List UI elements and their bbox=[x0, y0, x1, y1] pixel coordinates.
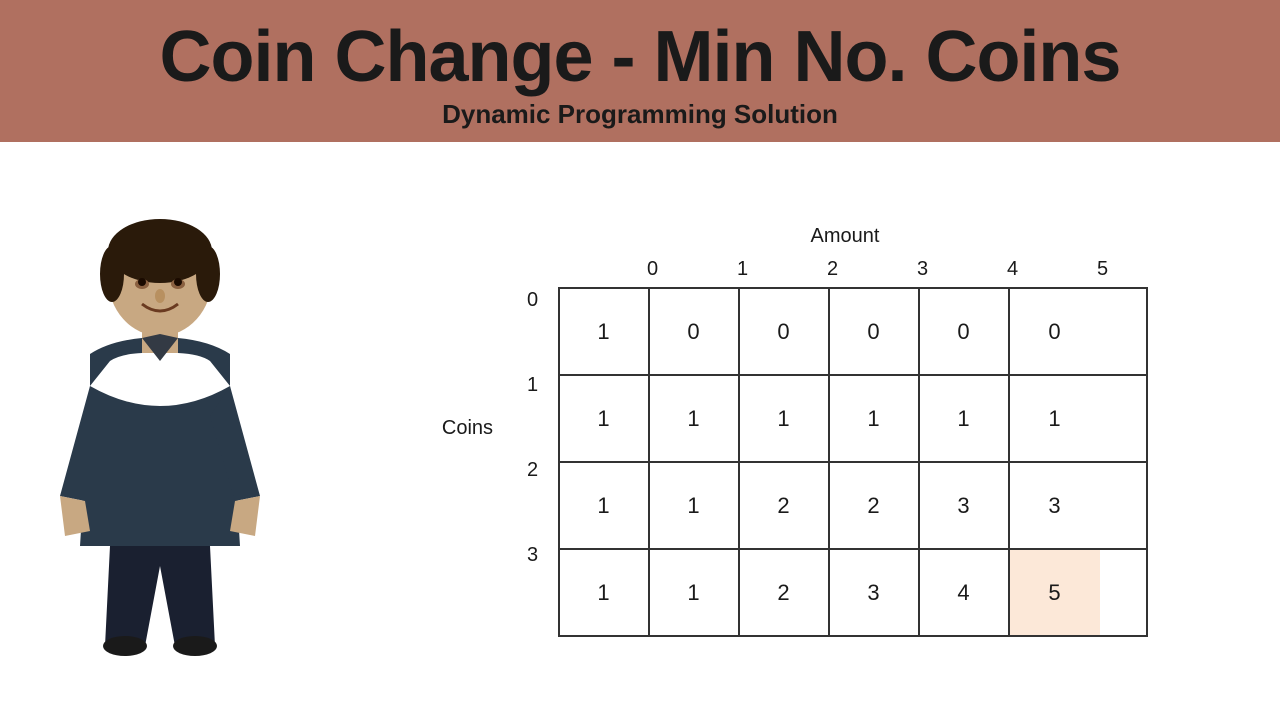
header: Coin Change - Min No. Coins Dynamic Prog… bbox=[0, 0, 1280, 142]
table-row: 1 1 2 3 4 5 bbox=[560, 550, 1146, 635]
main-table: 0 1 2 3 4 5 1 0 0 0 0 0 bbox=[558, 258, 1148, 637]
table-wrapper: Coins 0 1 2 3 0 1 2 3 4 5 bbox=[433, 258, 1148, 637]
page-subtitle: Dynamic Programming Solution bbox=[442, 99, 838, 130]
cell-1-0: 1 bbox=[560, 376, 650, 461]
coins-label: Coins bbox=[433, 417, 503, 440]
cell-2-1: 1 bbox=[650, 463, 740, 548]
row-header-3: 3 bbox=[508, 513, 558, 598]
col-header-5: 5 bbox=[1058, 258, 1148, 287]
row-headers: 0 1 2 3 bbox=[508, 258, 558, 598]
table-section: Amount Coins 0 1 2 3 0 1 2 3 4 bbox=[300, 225, 1240, 637]
cell-3-4: 4 bbox=[920, 550, 1010, 635]
row-header-2: 2 bbox=[508, 428, 558, 513]
cell-0-3: 0 bbox=[830, 289, 920, 374]
cell-2-5: 3 bbox=[1010, 463, 1100, 548]
table-row: 1 1 2 2 3 3 bbox=[560, 463, 1146, 550]
cell-2-4: 3 bbox=[920, 463, 1010, 548]
row-header-0: 0 bbox=[508, 258, 558, 343]
cell-0-4: 0 bbox=[920, 289, 1010, 374]
cell-0-1: 0 bbox=[650, 289, 740, 374]
content-area: Amount Coins 0 1 2 3 0 1 2 3 4 bbox=[0, 142, 1280, 720]
cell-3-3: 3 bbox=[830, 550, 920, 635]
table-row: 1 0 0 0 0 0 bbox=[560, 289, 1146, 376]
person-silhouette bbox=[30, 206, 290, 656]
col-header-0: 0 bbox=[608, 258, 698, 287]
cell-3-0: 1 bbox=[560, 550, 650, 635]
col-header-2: 2 bbox=[788, 258, 878, 287]
cell-3-2: 2 bbox=[740, 550, 830, 635]
cell-1-4: 1 bbox=[920, 376, 1010, 461]
cell-0-0: 1 bbox=[560, 289, 650, 374]
cell-2-3: 2 bbox=[830, 463, 920, 548]
amount-label: Amount bbox=[811, 225, 880, 248]
cell-2-0: 1 bbox=[560, 463, 650, 548]
cell-1-5: 1 bbox=[1010, 376, 1100, 461]
col-headers: 0 1 2 3 4 5 bbox=[608, 258, 1148, 287]
col-header-3: 3 bbox=[878, 258, 968, 287]
col-header-4: 4 bbox=[968, 258, 1058, 287]
cell-3-5: 5 bbox=[1010, 550, 1100, 635]
cell-1-2: 1 bbox=[740, 376, 830, 461]
cell-3-1: 1 bbox=[650, 550, 740, 635]
cell-2-2: 2 bbox=[740, 463, 830, 548]
page-title: Coin Change - Min No. Coins bbox=[160, 18, 1121, 97]
cell-0-2: 0 bbox=[740, 289, 830, 374]
col-header-1: 1 bbox=[698, 258, 788, 287]
cell-1-1: 1 bbox=[650, 376, 740, 461]
cell-1-3: 1 bbox=[830, 376, 920, 461]
row-header-1: 1 bbox=[508, 343, 558, 428]
table-row: 1 1 1 1 1 1 bbox=[560, 376, 1146, 463]
cell-0-5: 0 bbox=[1010, 289, 1100, 374]
person-photo bbox=[20, 201, 300, 661]
dp-grid: 1 0 0 0 0 0 1 1 1 1 1 1 bbox=[558, 287, 1148, 637]
